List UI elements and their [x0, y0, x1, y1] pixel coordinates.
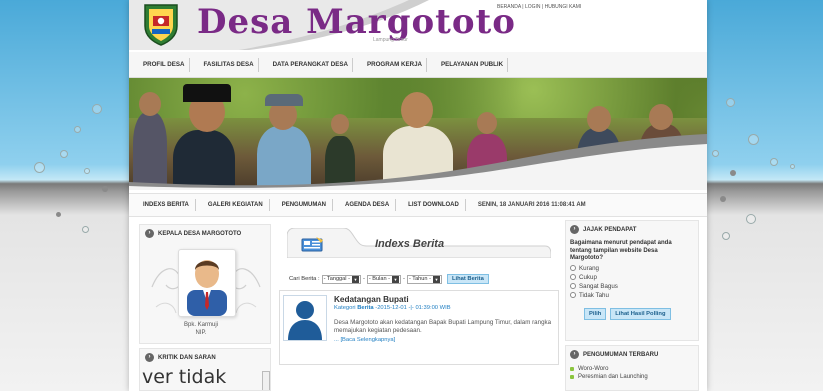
nav-pengumuman[interactable]: PENGUMUMAN: [282, 199, 334, 211]
pengumuman-heading: PENGUMUMAN TERBARU: [583, 351, 659, 358]
radio-button[interactable]: [570, 274, 576, 280]
kritik-scrollbar[interactable]: [262, 371, 270, 390]
nav-pelayanan-publik[interactable]: PELAYANAN PUBLIK: [441, 57, 509, 72]
arrow-right-icon: ›: [145, 353, 154, 362]
arrow-right-icon: ›: [570, 350, 579, 359]
lihat-berita-button[interactable]: Lihat Berita: [446, 274, 489, 284]
poll-heading: JAJAK PENDAPAT: [583, 226, 637, 233]
chevron-down-icon: ▼: [351, 275, 359, 283]
pengumuman-item-label: Peresmian dan Launching: [578, 374, 648, 380]
news-item: Kedatangan Bupati Kategori Berita -2015-…: [279, 290, 559, 365]
radio-button[interactable]: [570, 283, 576, 289]
poll-buttons: Pilih Lihat Hasil Polling: [584, 307, 694, 320]
arrow-right-icon: ›: [570, 225, 579, 234]
news-thumbnail[interactable]: [283, 295, 327, 341]
news-meta: Kategori Berita -2015-12-01 -|- 01:39:00…: [334, 305, 451, 311]
pengumuman-item-label: Woro-Woro: [578, 366, 609, 372]
bullet-icon: [570, 375, 574, 379]
pengumuman-box: › PENGUMUMAN TERBARU Woro-Woro Peresmian…: [565, 345, 699, 391]
newspaper-icon: [301, 237, 323, 252]
news-date: -2015-12-01 -|- 01:39:00 WIB: [375, 305, 451, 311]
radio-button[interactable]: [570, 265, 576, 271]
poll-option-label: Sangat Bagus: [579, 282, 618, 290]
radio-button[interactable]: [570, 292, 576, 298]
poll-option-cukup[interactable]: Cukup: [570, 274, 694, 281]
news-title[interactable]: Kedatangan Bupati: [334, 295, 409, 304]
news-kategori-label: Kategori: [334, 305, 356, 311]
arrow-right-icon: ›: [145, 229, 154, 238]
nav-agenda-desa[interactable]: AGENDA DESA: [345, 199, 397, 211]
page-container: Desa Margototo Lampung Timur BERANDA | L…: [129, 0, 707, 391]
header-banner-photo: [129, 78, 707, 190]
pengumuman-item[interactable]: Peresmian dan Launching: [570, 374, 694, 380]
nav-data-perangkat-desa[interactable]: DATA PERANGKAT DESA: [273, 57, 353, 72]
kepala-nip: NIP.: [195, 330, 207, 336]
news-excerpt: Desa Margototo akan kedatangan Bapak Bup…: [334, 319, 552, 334]
person-silhouette-icon: [284, 296, 326, 340]
poll-option-kurang[interactable]: Kurang: [570, 265, 694, 272]
pilih-button[interactable]: Pilih: [584, 307, 607, 320]
nav-list-download[interactable]: LIST DOWNLOAD: [408, 199, 466, 211]
current-datetime: SENIN, 18 JANUARI 2016 11:08:41 AM: [477, 202, 586, 208]
site-header: Desa Margototo Lampung Timur BERANDA | L…: [129, 0, 707, 50]
tahun-select-value: - Tahun -: [408, 275, 431, 282]
nav-profil-desa[interactable]: PROFIL DESA: [143, 57, 190, 72]
search-label: Cari Berita :: [289, 276, 320, 282]
poll-option-sangat-bagus[interactable]: Sangat Bagus: [570, 283, 694, 290]
banner-wave: [129, 134, 707, 190]
kritik-heading: KRITIK DAN SARAN: [158, 354, 216, 361]
bulan-select[interactable]: - Bulan - ▼: [366, 274, 402, 284]
poll-heading-row: › JAJAK PENDAPAT: [570, 225, 694, 234]
berita-tab-title: Indexs Berita: [375, 238, 445, 250]
site-subtitle: Lampung Timur: [373, 37, 408, 43]
secondary-nav: INDEXS BERITA GALERI KEGIATAN PENGUMUMAN…: [129, 193, 707, 217]
main-content: Indexs Berita Cari Berita : - Tanggal - …: [279, 224, 559, 391]
berita-tab[interactable]: Indexs Berita: [287, 228, 551, 258]
nav-fasilitas-desa[interactable]: FASILITAS DESA: [204, 57, 259, 72]
poll-option-label: Cukup: [579, 273, 597, 281]
poll-question: Bagaimana menurut pendapat anda tentang …: [570, 240, 672, 261]
bulan-select-value: - Bulan -: [368, 275, 391, 282]
nav-program-kerja[interactable]: PROGRAM KERJA: [367, 57, 427, 72]
chevron-down-icon: ▼: [392, 275, 400, 283]
kepala-heading-row: › KEPALA DESA MARGOTOTO: [145, 229, 265, 238]
top-links[interactable]: BERANDA | LOGIN | HUBUNGI KAMI: [497, 4, 581, 10]
kritik-saran-box: › KRITIK DAN SARAN ver tidak: [139, 348, 271, 391]
lihat-hasil-polling-button[interactable]: Lihat Hasil Polling: [610, 307, 671, 320]
kepala-photo: [178, 249, 236, 317]
poll-option-tidak-tahu[interactable]: Tidak Tahu: [570, 292, 694, 299]
kepala-desa-box: › KEPALA DESA MARGOTOTO Bpk. Karmuji NIP…: [139, 224, 271, 344]
pengumuman-item[interactable]: Woro-Woro: [570, 366, 694, 372]
poll-option-label: Kurang: [579, 264, 599, 272]
bullet-icon: [570, 367, 574, 371]
person-avatar-icon: [187, 260, 227, 316]
main-nav: PROFIL DESA FASILITAS DESA DATA PERANGKA…: [129, 52, 707, 78]
kepala-heading: KEPALA DESA MARGOTOTO: [158, 230, 242, 237]
village-logo[interactable]: [141, 2, 181, 46]
kritik-marquee-text: ver tidak: [142, 366, 227, 388]
tanggal-select[interactable]: - Tanggal - ▼: [321, 274, 361, 284]
tahun-select[interactable]: - Tahun - ▼: [406, 274, 442, 284]
chevron-down-icon: ▼: [432, 275, 440, 283]
read-more-link[interactable]: ... [Baca Selengkapnya]: [334, 337, 395, 343]
kepala-name: Bpk. Karmuji: [183, 322, 218, 328]
poll-box: › JAJAK PENDAPAT Bagaimana menurut penda…: [565, 220, 699, 341]
nav-galeri-kegiatan[interactable]: GALERI KEGIATAN: [208, 199, 270, 211]
site-title[interactable]: Desa Margototo: [197, 2, 516, 42]
news-kategori[interactable]: Berita: [357, 305, 373, 311]
pengumuman-heading-row: › PENGUMUMAN TERBARU: [570, 350, 694, 359]
kepala-name-block: Bpk. Karmuji NIP.: [140, 321, 262, 337]
berita-search-row: Cari Berita : - Tanggal - ▼ - - Bulan - …: [289, 274, 489, 284]
tanggal-select-value: - Tanggal -: [323, 275, 350, 282]
left-sidebar: › KEPALA DESA MARGOTOTO Bpk. Karmuji NIP…: [139, 224, 271, 391]
poll-option-label: Tidak Tahu: [579, 291, 609, 299]
right-sidebar: › JAJAK PENDAPAT Bagaimana menurut penda…: [565, 220, 699, 391]
nav-indexs-berita[interactable]: INDEXS BERITA: [143, 199, 196, 211]
kritik-heading-row: › KRITIK DAN SARAN: [145, 353, 265, 362]
